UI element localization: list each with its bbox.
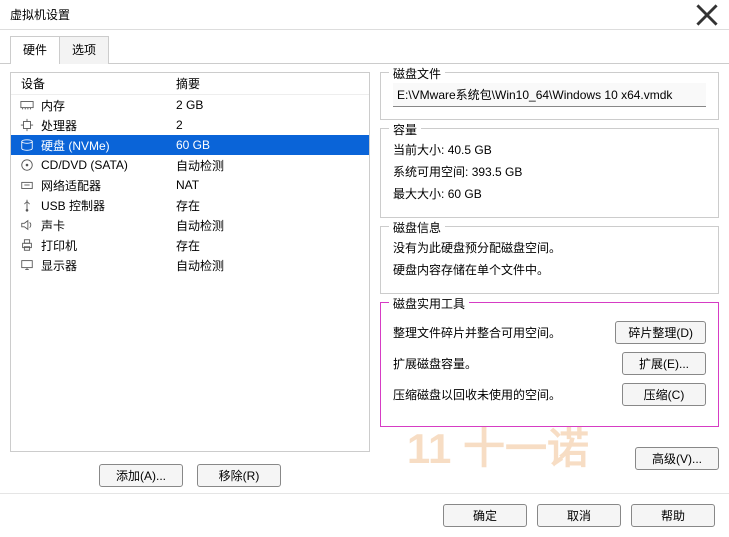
device-name: 网络适配器 bbox=[41, 177, 101, 194]
defrag-desc: 整理文件碎片并整合可用空间。 bbox=[393, 324, 561, 341]
disk-info-group-title: 磁盘信息 bbox=[389, 219, 445, 236]
device-name: 处理器 bbox=[41, 117, 77, 134]
printer-icon bbox=[19, 237, 35, 253]
device-name: 声卡 bbox=[41, 217, 65, 234]
capacity-group-title: 容量 bbox=[389, 121, 421, 138]
max-size-label: 最大大小: bbox=[393, 187, 444, 201]
disk-icon bbox=[19, 137, 35, 153]
device-name: 硬盘 (NVMe) bbox=[41, 137, 110, 154]
header-summary: 摘要 bbox=[176, 75, 369, 92]
device-name: 显示器 bbox=[41, 257, 77, 274]
compact-desc: 压缩磁盘以回收未使用的空间。 bbox=[393, 386, 561, 403]
free-space-label: 系统可用空间: bbox=[393, 165, 468, 179]
cd-icon bbox=[19, 157, 35, 173]
close-button[interactable] bbox=[695, 3, 719, 27]
device-name: 打印机 bbox=[41, 237, 77, 254]
disk-tools-group-title: 磁盘实用工具 bbox=[389, 295, 469, 312]
capacity-group: 容量 当前大小: 40.5 GB 系统可用空间: 393.5 GB 最大大小: … bbox=[380, 128, 719, 218]
device-list: 设备 摘要 内存 2 GB 处理器 2 硬盘 (NVMe) 60 GB CD/DVD (SA… bbox=[10, 72, 370, 452]
device-summary: 自动检测 bbox=[176, 157, 369, 174]
disk-info-line1: 没有为此硬盘预分配磁盘空间。 bbox=[393, 237, 706, 259]
net-icon bbox=[19, 177, 35, 193]
advanced-button[interactable]: 高级(V)... bbox=[635, 447, 719, 470]
free-space-value: 393.5 GB bbox=[472, 165, 523, 179]
device-row[interactable]: 显示器 自动检测 bbox=[11, 255, 369, 275]
current-size-value: 40.5 GB bbox=[448, 143, 492, 157]
device-row[interactable]: CD/DVD (SATA) 自动检测 bbox=[11, 155, 369, 175]
device-summary: 自动检测 bbox=[176, 217, 369, 234]
device-row[interactable]: 硬盘 (NVMe) 60 GB bbox=[11, 135, 369, 155]
window-title: 虚拟机设置 bbox=[10, 6, 70, 23]
expand-button[interactable]: 扩展(E)... bbox=[622, 352, 706, 375]
memory-icon bbox=[19, 97, 35, 113]
device-row[interactable]: 声卡 自动检测 bbox=[11, 215, 369, 235]
defrag-button[interactable]: 碎片整理(D) bbox=[615, 321, 706, 344]
cpu-icon bbox=[19, 117, 35, 133]
disk-info-group: 磁盘信息 没有为此硬盘预分配磁盘空间。 硬盘内容存储在单个文件中。 bbox=[380, 226, 719, 294]
compact-button[interactable]: 压缩(C) bbox=[622, 383, 706, 406]
disk-tools-group: 磁盘实用工具 整理文件碎片并整合可用空间。 碎片整理(D) 扩展磁盘容量。 扩展… bbox=[380, 302, 719, 427]
device-summary: 2 bbox=[176, 118, 369, 132]
device-summary: 2 GB bbox=[176, 98, 369, 112]
device-name: USB 控制器 bbox=[41, 197, 105, 214]
device-row[interactable]: 打印机 存在 bbox=[11, 235, 369, 255]
device-summary: 存在 bbox=[176, 237, 369, 254]
sound-icon bbox=[19, 217, 35, 233]
current-size-label: 当前大小: bbox=[393, 143, 444, 157]
remove-button[interactable]: 移除(R) bbox=[197, 464, 281, 487]
max-size-value: 60 GB bbox=[448, 187, 482, 201]
usb-icon bbox=[19, 197, 35, 213]
tab-options[interactable]: 选项 bbox=[59, 36, 109, 64]
device-summary: NAT bbox=[176, 178, 369, 192]
device-summary: 自动检测 bbox=[176, 257, 369, 274]
device-name: 内存 bbox=[41, 97, 65, 114]
device-name: CD/DVD (SATA) bbox=[41, 158, 128, 172]
disk-file-group-title: 磁盘文件 bbox=[389, 65, 445, 82]
disk-info-line2: 硬盘内容存储在单个文件中。 bbox=[393, 259, 706, 281]
device-row[interactable]: 网络适配器 NAT bbox=[11, 175, 369, 195]
expand-desc: 扩展磁盘容量。 bbox=[393, 355, 477, 372]
device-row[interactable]: 内存 2 GB bbox=[11, 95, 369, 115]
device-row[interactable]: 处理器 2 bbox=[11, 115, 369, 135]
display-icon bbox=[19, 257, 35, 273]
device-summary: 存在 bbox=[176, 197, 369, 214]
add-button[interactable]: 添加(A)... bbox=[99, 464, 183, 487]
disk-file-group: 磁盘文件 E:\VMware系统包\Win10_64\Windows 10 x6… bbox=[380, 72, 719, 120]
header-device: 设备 bbox=[11, 75, 176, 92]
device-row[interactable]: USB 控制器 存在 bbox=[11, 195, 369, 215]
disk-file-path[interactable]: E:\VMware系统包\Win10_64\Windows 10 x64.vmd… bbox=[393, 83, 706, 107]
tab-hardware[interactable]: 硬件 bbox=[10, 36, 60, 64]
device-summary: 60 GB bbox=[176, 138, 369, 152]
